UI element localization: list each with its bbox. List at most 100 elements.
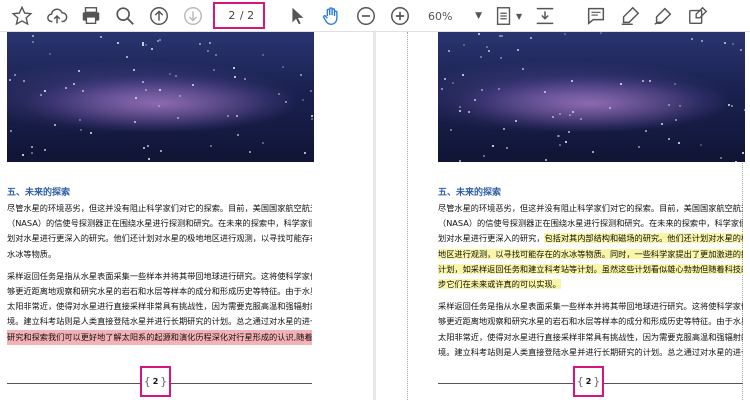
star-dot bbox=[43, 148, 46, 151]
hand-tool-icon[interactable] bbox=[319, 4, 343, 28]
star-dot bbox=[499, 57, 502, 60]
star-dot bbox=[459, 105, 462, 108]
star-dot bbox=[233, 75, 236, 78]
star-dot bbox=[151, 48, 153, 51]
highlighted-text-line[interactable]: 研究和探索我们可以更好地了解太阳系的起源和演化历程深化对行星形成的认识,随着科技 bbox=[7, 329, 312, 345]
chevron-down-icon: ▼ bbox=[475, 11, 482, 21]
previous-page-icon[interactable] bbox=[147, 4, 171, 28]
star-dot bbox=[731, 104, 734, 107]
star-dot bbox=[727, 103, 730, 106]
text-line: （NASA）的信使号探测器正在围绕水星进行探测和研究。在未来的探索中，科学家们计 bbox=[7, 218, 312, 229]
upload-cloud-icon[interactable] bbox=[45, 4, 69, 28]
chevron-down-icon[interactable]: ▼ bbox=[516, 12, 522, 21]
highlighted-text[interactable]: 步它们在未来或许真的可以实现。 bbox=[438, 279, 561, 290]
star-dot bbox=[77, 70, 80, 73]
star-dot bbox=[480, 56, 483, 59]
star-dot bbox=[667, 104, 670, 107]
star-dot bbox=[557, 135, 560, 138]
star-dot bbox=[157, 104, 160, 107]
star-dot bbox=[40, 94, 43, 97]
star-dot bbox=[477, 32, 480, 35]
star-dot bbox=[278, 93, 281, 96]
star-dot bbox=[649, 80, 652, 83]
print-icon[interactable] bbox=[79, 4, 103, 28]
page-number-marker: { 2 } bbox=[573, 366, 604, 397]
star-dot bbox=[559, 144, 562, 147]
star-dot bbox=[551, 115, 554, 118]
current-page-input[interactable] bbox=[223, 7, 240, 24]
zoom-search-icon[interactable] bbox=[113, 4, 137, 28]
star-dot bbox=[468, 111, 471, 114]
star-dot bbox=[668, 138, 671, 141]
star-dot bbox=[473, 98, 476, 101]
star-dot bbox=[81, 89, 84, 92]
star-dot bbox=[100, 35, 103, 38]
galaxy-image bbox=[7, 32, 314, 162]
text-line: 地区进行观测，以寻找可能存在的水冰等物质。同时，一些科学家提出了更加激进的探索 bbox=[438, 247, 743, 262]
section-heading: 五、未来的探索 bbox=[438, 188, 502, 198]
star-dot bbox=[481, 88, 484, 91]
star-dot bbox=[600, 32, 603, 35]
star-dot bbox=[310, 114, 313, 117]
star-dot bbox=[198, 43, 201, 46]
star-dot bbox=[73, 83, 76, 86]
comment-icon[interactable] bbox=[584, 4, 608, 28]
star-dot bbox=[147, 157, 150, 160]
zoom-level-select[interactable]: 60% ▼ bbox=[424, 6, 486, 26]
star-dot bbox=[641, 79, 644, 82]
star-dot bbox=[209, 145, 212, 148]
margin-guide bbox=[407, 32, 408, 400]
zoom-level-value: 60% bbox=[428, 9, 453, 23]
highlighted-text[interactable]: 地区进行观测，以寻找可能存在的水冰等物质。 bbox=[438, 248, 610, 259]
star-dot bbox=[700, 143, 703, 146]
star-dot bbox=[179, 95, 182, 98]
star-dot bbox=[608, 106, 611, 109]
star-dot bbox=[304, 152, 307, 155]
left-page: 五、未来的探索 尽管水星的环境恶劣，但这并没有阻止科学家们对它的探索。目前，美国… bbox=[0, 32, 373, 400]
highlighted-text[interactable]: 同时，一些科学家提出了更加激进的探索 bbox=[609, 248, 743, 259]
star-dot bbox=[142, 41, 145, 44]
page-text: 五、未来的探索 尽管水星的环境恶劣，但这并没有阻止科学家们对它的探索。目前，美国… bbox=[438, 185, 743, 367]
star-dot bbox=[677, 142, 680, 145]
sign-pen-icon[interactable] bbox=[651, 4, 675, 28]
star-dot bbox=[309, 89, 312, 92]
text-line: 够更近距离地观察和研究水星的岩石和水层等样本的成分和形成历史等特征。由于水星离 bbox=[7, 286, 312, 297]
star-dot bbox=[169, 72, 171, 75]
page-number-marker: { 2 } bbox=[140, 366, 171, 397]
star-icon[interactable] bbox=[10, 4, 34, 28]
star-dot bbox=[644, 129, 647, 132]
star-dot bbox=[502, 128, 505, 131]
star-dot bbox=[32, 40, 35, 43]
galaxy-image bbox=[438, 32, 747, 163]
star-dot bbox=[262, 141, 265, 144]
star-dot bbox=[192, 84, 195, 87]
paragraph: 采样返回任务是指从水星表面采集一些样本并将其带回地球进行研究。这将使科学家们能 … bbox=[7, 269, 312, 345]
next-page-icon[interactable] bbox=[181, 4, 205, 28]
star-dot bbox=[497, 88, 500, 91]
star-dot bbox=[89, 131, 92, 134]
star-dot bbox=[579, 117, 582, 120]
text-segment: 划对水星进行更深入的研究， bbox=[438, 233, 545, 244]
star-dot bbox=[543, 90, 546, 93]
page-text: 五、未来的探索 尽管水星的环境恶劣，但这并没有阻止科学家们对它的探索。目前，美国… bbox=[7, 185, 312, 352]
star-dot bbox=[31, 146, 34, 149]
highlighted-text[interactable]: 计划，如采样返回任务和建立科考站等计划。虽然这些计划看似雄心勃勃但随着科技的进 bbox=[438, 263, 743, 274]
zoom-in-icon[interactable] bbox=[388, 4, 412, 28]
highlighted-text[interactable]: 包括对其内部结构和磁场的研究。他们还计划对水星的极地 bbox=[544, 233, 743, 244]
read-mode-icon[interactable] bbox=[533, 4, 557, 28]
star-dot bbox=[744, 109, 747, 112]
star-dot bbox=[156, 40, 159, 43]
stamp-edit-icon[interactable] bbox=[686, 4, 710, 28]
page-fit-icon[interactable] bbox=[492, 4, 516, 28]
select-cursor-icon[interactable] bbox=[285, 4, 309, 28]
star-dot bbox=[126, 55, 129, 58]
paragraph: 尽管水星的环境恶劣，但这并没有阻止科学家们对它的探索。目前，美国国家航空航天局 … bbox=[438, 201, 743, 292]
star-dot bbox=[724, 41, 727, 44]
document-workspace[interactable]: 五、未来的探索 尽管水星的环境恶劣，但这并没有阻止科学家们对它的探索。目前，美国… bbox=[0, 32, 750, 400]
zoom-out-icon[interactable] bbox=[354, 4, 378, 28]
highlight-pen-icon[interactable] bbox=[618, 4, 642, 28]
star-dot bbox=[48, 53, 51, 56]
star-dot bbox=[515, 119, 518, 122]
text-line: 采样返回任务是指从水星表面采集一些样本并将其带回地球进行研究。这将使科学家们能 bbox=[438, 301, 743, 312]
star-dot bbox=[521, 67, 524, 70]
